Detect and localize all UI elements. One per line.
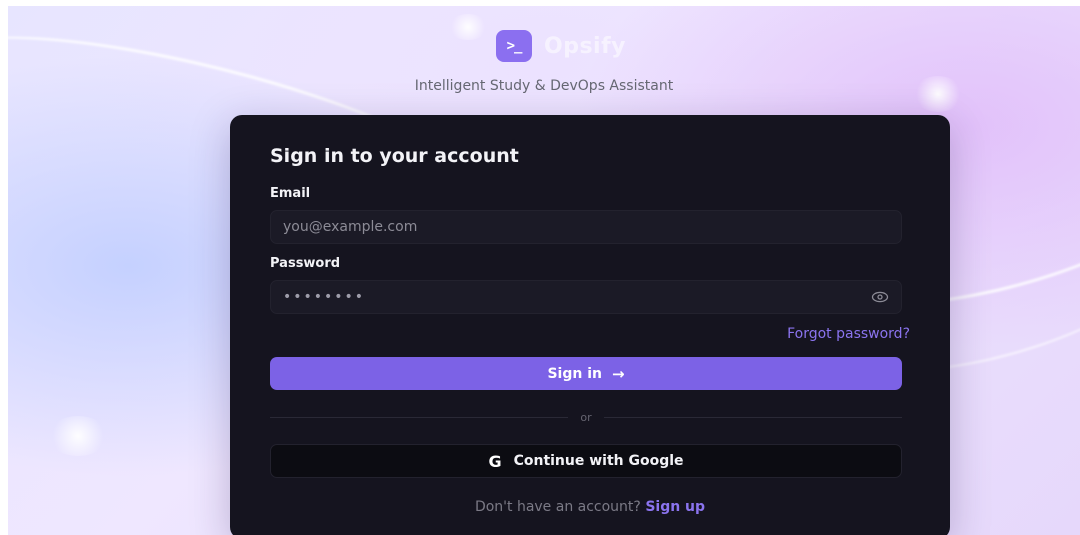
background-glow	[448, 14, 488, 40]
divider-text: or	[580, 410, 592, 424]
google-signin-button[interactable]: G Continue with Google	[270, 444, 902, 478]
brand-name: Opsify	[544, 33, 626, 59]
brand-header: >_ Opsify	[496, 30, 626, 62]
background-glow	[48, 416, 108, 456]
signin-button[interactable]: Sign in →	[270, 357, 902, 390]
password-label: Password	[270, 256, 341, 271]
signin-card: Sign in to your account Email you@exampl…	[230, 115, 950, 535]
google-button-label: Continue with Google	[513, 453, 684, 469]
email-label: Email	[270, 186, 311, 201]
password-value: ••••••••	[283, 289, 366, 305]
forgot-password-link[interactable]: Forgot password?	[787, 326, 910, 342]
signup-prompt: Don't have an account?	[474, 499, 646, 515]
or-divider: or	[270, 409, 903, 425]
signup-link[interactable]: Sign up	[645, 499, 705, 515]
divider-line	[603, 416, 903, 418]
card-title: Sign in to your account	[270, 145, 519, 167]
eye-icon[interactable]	[871, 291, 889, 303]
divider-line	[270, 416, 569, 418]
tagline: Intelligent Study & DevOps Assistant	[414, 78, 674, 94]
signup-prompt-row: Don't have an account? Sign up	[230, 499, 950, 515]
signin-button-label: Sign in	[547, 365, 602, 382]
google-icon: G	[488, 451, 502, 471]
login-page: >_ Opsify Intelligent Study & DevOps Ass…	[8, 6, 1080, 535]
terminal-logo-icon: >_	[496, 30, 532, 62]
password-field[interactable]: ••••••••	[270, 280, 902, 314]
arrow-right-icon: →	[611, 364, 625, 383]
email-field[interactable]: you@example.com	[270, 210, 902, 244]
